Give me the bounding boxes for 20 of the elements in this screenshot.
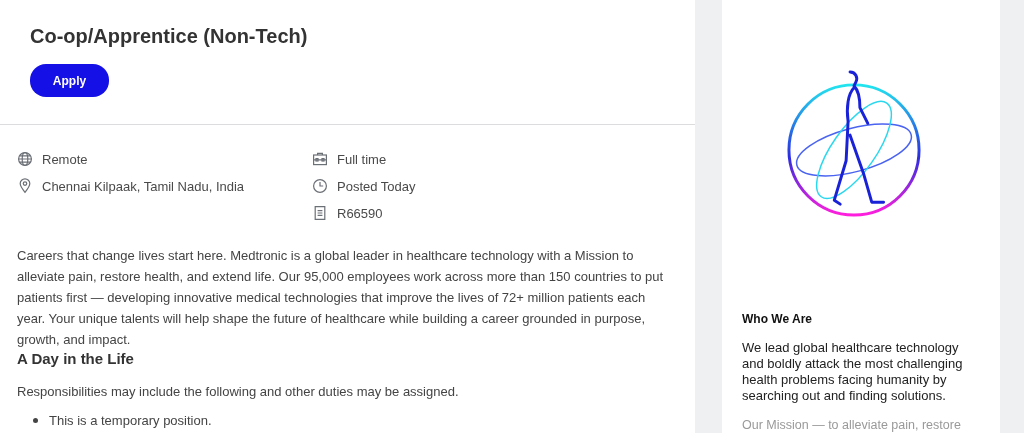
detail-text: Chennai Kilpaak, Tamil Nadu, India [42,178,245,194]
bullet-text: This is a temporary position. [49,413,212,428]
clock-icon [312,178,328,194]
bullet-icon [33,418,38,423]
detail-text: Posted Today [337,178,416,194]
location-pin-icon [17,178,33,194]
section-heading: A Day in the Life [17,350,135,368]
apply-button[interactable]: Apply [30,64,109,97]
responsibilities-text: Responsibilities may include the following and other duties may be assigned. [17,383,460,401]
document-icon [312,205,328,221]
sidebar-heading: Who We Are [742,312,813,326]
detail-text: Remote [42,151,88,167]
briefcase-icon [312,151,328,167]
job-title: Co-op/Apprentice (Non-Tech) [30,24,309,49]
sidebar-paragraph: We lead global healthcare technology and boldly attack the most challenging health problems facing humanity by searching out and finding solutions. [742,340,964,404]
globe-icon [17,151,33,167]
sidebar-paragraph: Our Mission — to alleviate pain, restore [742,417,962,433]
detail-text: R66590 [337,205,383,221]
detail-text: Full time [337,151,387,167]
description-paragraph: Careers that change lives start here. Medtronic is a global leader in healthcare technology with a Mission to alleviate pain, restore health, and extend life. Our 95,000 employees work across more than 150 countries to put patients first — developing innovative medical technologies that improve the lives of 72+ million patients each year. Your unique talents will help shape the future of healthcare while building a career grounded in purpose, growth, and impact. [17,247,665,349]
